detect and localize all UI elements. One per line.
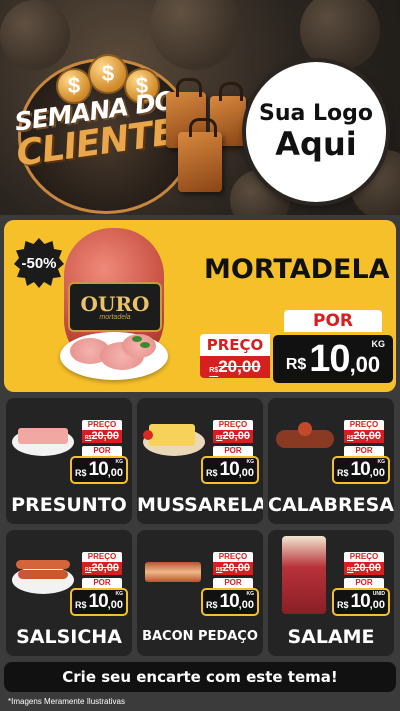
salsicha-image xyxy=(18,570,68,579)
old-price: R$20,00 xyxy=(344,562,384,575)
tomato-image xyxy=(143,430,153,440)
current-price: R$ 10,00 KG xyxy=(332,456,390,484)
old-price: R$20,00 xyxy=(82,430,122,443)
current-price: R$ 10,00 KG xyxy=(70,456,128,484)
por-label: POR xyxy=(213,578,253,588)
brand-name: OURO xyxy=(80,291,150,316)
product-name: BACON PEDAÇO xyxy=(142,629,258,644)
shopping-bag-icon xyxy=(178,118,222,192)
preco-label: PREÇO xyxy=(82,420,122,430)
product-card[interactable]: PREÇO R$20,00 POR R$ 10,00 KG BACON PEDAÇO xyxy=(137,530,263,656)
product-name: PRESUNTO xyxy=(11,494,127,516)
product-name: SALAME xyxy=(287,626,375,648)
mussarela-image xyxy=(149,424,195,446)
por-label: POR xyxy=(82,578,122,588)
por-label: POR xyxy=(213,446,253,456)
old-price: R$20,00 xyxy=(344,430,384,443)
herb-garnish xyxy=(132,336,142,342)
coin-decoration xyxy=(300,0,380,70)
product-card[interactable]: PREÇO R$20,00 POR R$ 10,00 KG SALSICHA xyxy=(6,530,132,656)
product-name: CALABRESA xyxy=(268,494,394,516)
por-label: POR xyxy=(284,310,382,332)
current-price: R$ 10 ,00 KG xyxy=(270,332,396,386)
bacon-image xyxy=(145,562,201,582)
salsicha-image xyxy=(16,560,70,569)
presunto-image xyxy=(18,428,68,444)
preco-label: PREÇO xyxy=(82,552,122,562)
cta-button[interactable]: Crie seu encarte com este tema! xyxy=(4,662,396,692)
logo-placeholder[interactable]: Sua Logo Aqui xyxy=(246,62,386,202)
preco-label: PREÇO xyxy=(200,334,270,356)
featured-product[interactable]: OURO mortadela -50% MORTADELA PREÇO R$20… xyxy=(4,220,396,392)
product-card[interactable]: PREÇO R$20,00 POR R$ 10,00 UNID SALAME xyxy=(268,530,394,656)
por-label: POR xyxy=(344,578,384,588)
disclaimer-text: *Imagens Meramente Ilustrativas xyxy=(8,697,125,706)
coin-decoration xyxy=(0,0,70,70)
discount-badge: -50% xyxy=(14,238,64,288)
old-price: R$20,00 xyxy=(213,562,253,575)
product-name: SALSICHA xyxy=(16,626,122,648)
old-price: R$20,00 xyxy=(213,430,253,443)
product-name: MUSSARELA xyxy=(137,494,263,516)
salame-package-image xyxy=(282,536,326,614)
hero-banner: $ $ $ SEMANA DO CLIENTE Sua Logo Aqui xyxy=(0,0,400,215)
por-label: POR xyxy=(82,446,122,456)
por-label: POR xyxy=(344,446,384,456)
current-price: R$ 10,00 KG xyxy=(201,588,259,616)
old-price: R$20,00 xyxy=(200,356,270,378)
preco-label: PREÇO xyxy=(213,552,253,562)
logo-line1: Sua Logo xyxy=(258,101,373,126)
product-card[interactable]: PREÇO R$20,00 POR R$ 10,00 KG PRESUNTO xyxy=(6,398,132,524)
herb-garnish xyxy=(140,342,150,348)
current-price: R$ 10,00 KG xyxy=(70,588,128,616)
preco-label: PREÇO xyxy=(213,420,253,430)
old-price: R$20,00 xyxy=(82,562,122,575)
brand-subtitle: mortadela xyxy=(99,313,131,321)
coin-decoration xyxy=(150,0,240,70)
featured-name: MORTADELA xyxy=(204,254,390,285)
calabresa-slice xyxy=(298,422,312,436)
current-price: R$ 10,00 KG xyxy=(201,456,259,484)
preco-label: PREÇO xyxy=(344,420,384,430)
product-card[interactable]: PREÇO R$20,00 POR R$ 10,00 KG CALABRESA xyxy=(268,398,394,524)
preco-label: PREÇO xyxy=(344,552,384,562)
brand-label: OURO mortadela xyxy=(68,282,162,332)
product-card[interactable]: PREÇO R$20,00 POR R$ 10,00 KG MUSSARELA xyxy=(137,398,263,524)
logo-line2: Aqui xyxy=(275,125,357,163)
price-unit: KG xyxy=(371,339,386,349)
current-price: R$ 10,00 UNID xyxy=(332,588,390,616)
dollar-coin-icon: $ xyxy=(88,54,128,94)
flyer: $ $ $ SEMANA DO CLIENTE Sua Logo Aqui OU… xyxy=(0,0,400,711)
